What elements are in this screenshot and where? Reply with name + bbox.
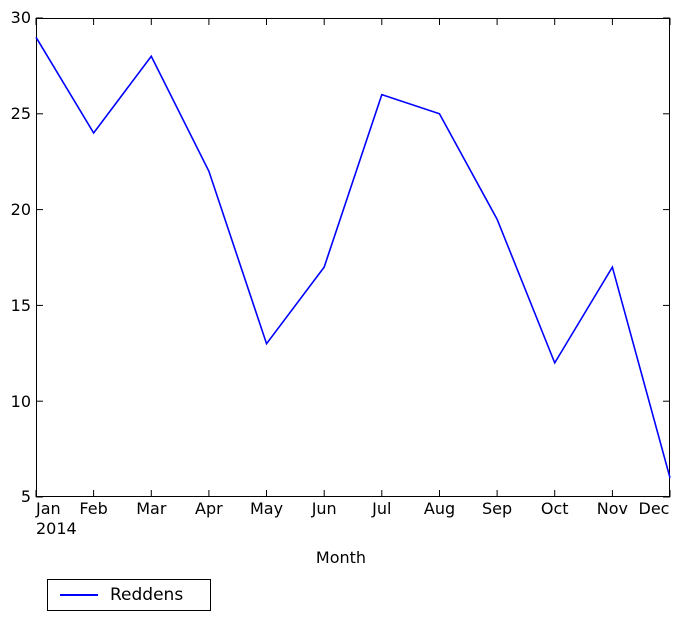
- x-tick-label-nov: Nov: [596, 499, 629, 518]
- legend-label-reddens: Reddens: [110, 585, 184, 605]
- legend-swatch-reddens: [48, 580, 110, 610]
- y-tick-label-10: 10: [10, 392, 31, 411]
- x-tick-label-aug: Aug: [423, 499, 456, 518]
- x-axis-year-label: 2014: [36, 519, 77, 538]
- x-tick-label-mar: Mar: [136, 499, 167, 518]
- x-tick-label-apr: Apr: [195, 499, 223, 518]
- y-tick-label-25: 25: [10, 104, 31, 123]
- data-line-reddens: [35, 36, 671, 479]
- axis-tick-marks: [35, 17, 671, 498]
- x-axis-tick-labels: Jan Feb Mar Apr May Jun Jul Aug Sep Oct …: [0, 500, 682, 524]
- x-tick-label-dec: Dec: [638, 499, 670, 518]
- legend-line-icon: [60, 594, 98, 596]
- y-tick-label-20: 20: [10, 200, 31, 219]
- x-tick-label-jan: Jan: [36, 499, 61, 518]
- x-tick-label-jul: Jul: [372, 499, 392, 518]
- x-tick-label-jun: Jun: [311, 499, 337, 518]
- y-tick-label-30: 30: [10, 8, 31, 27]
- x-tick-label-may: May: [249, 499, 284, 518]
- line-series-svg: [35, 17, 671, 498]
- y-axis-tick-labels: 30 25 20 15 10 5: [0, 0, 31, 621]
- chart-legend: Reddens: [47, 579, 211, 611]
- y-tick-label-15: 15: [10, 296, 31, 315]
- x-tick-label-oct: Oct: [540, 499, 569, 518]
- x-tick-label-sep: Sep: [482, 499, 513, 518]
- x-tick-label-feb: Feb: [79, 499, 108, 518]
- chart-figure: 30 25 20 15 10 5 Jan Feb Mar Apr May Jun…: [0, 0, 682, 621]
- x-axis-title: Month: [315, 548, 367, 567]
